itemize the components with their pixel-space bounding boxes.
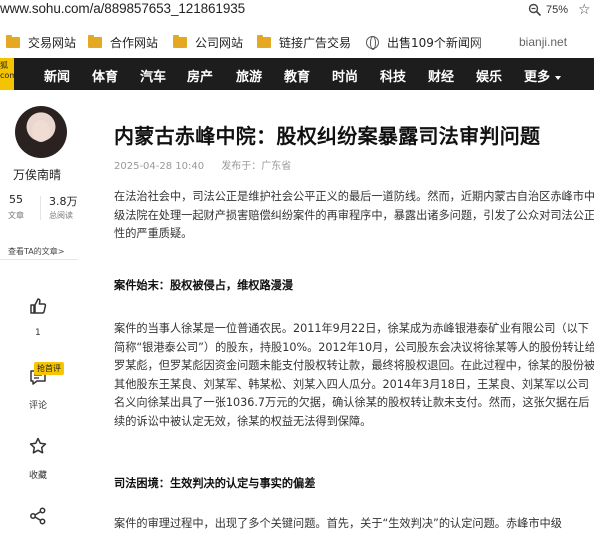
sohu-logo[interactable]: 狐 com — [0, 58, 14, 90]
nav-item[interactable]: 体育 — [92, 66, 118, 85]
section-heading: 司法困境：生效判决的认定与事实的偏差 — [114, 477, 316, 490]
articles-count: 55 — [9, 193, 23, 206]
nav-item[interactable]: 汽车 — [140, 66, 166, 85]
nav-item[interactable]: 科技 — [380, 66, 406, 85]
address-bar[interactable]: www.sohu.com/a/889857653_121861935 75% ☆ — [0, 0, 594, 22]
article-intro: 在法治社会中，司法公正是维护社会公平正义的最后一道防线。然而，近期内蒙古自治区赤… — [114, 190, 594, 241]
avatar[interactable] — [15, 106, 67, 158]
bookmark-item[interactable]: 链接广告交易 — [257, 32, 351, 52]
nav-item[interactable]: 房产 — [187, 66, 213, 85]
folder-icon — [6, 34, 20, 48]
view-articles-link[interactable]: 查看TA的文章> — [8, 246, 64, 257]
views-label: 总阅读 — [49, 211, 73, 220]
publish-date: 2025-04-28 10:40 — [114, 161, 205, 172]
publish-location: 发布于：广东省 — [221, 161, 292, 172]
bookmark-item[interactable]: 交易网站 — [6, 32, 76, 52]
bookmark-item[interactable]: 公司网站 — [173, 32, 243, 52]
bookmark-item[interactable]: 合作网站 — [88, 32, 158, 52]
globe-icon — [366, 35, 379, 50]
channel-nav: 狐 com 新闻 体育 汽车 房产 旅游 教育 时尚 科技 财经 娱乐 更多 — [0, 58, 594, 90]
zoom-level[interactable]: 75% — [546, 4, 568, 16]
nav-more-label: 更多 — [524, 70, 551, 85]
thumbs-up-icon[interactable] — [28, 296, 48, 316]
folder-icon — [88, 34, 102, 48]
favorite-label[interactable]: 收藏 — [29, 468, 47, 481]
zoom-icon[interactable] — [528, 3, 542, 17]
views-count: 3.8万 — [49, 195, 78, 208]
articles-label: 文章 — [8, 211, 24, 220]
folder-icon — [257, 34, 271, 48]
nav-item[interactable]: 新闻 — [44, 66, 70, 85]
nav-more[interactable]: 更多 — [524, 66, 562, 85]
watermark-bianji: bianji.net — [519, 35, 568, 49]
bookmark-item[interactable]: 出售109个新闻网 — [366, 32, 482, 52]
folder-icon — [173, 34, 187, 48]
nav-item[interactable]: 时尚 — [332, 66, 358, 85]
share-icon[interactable] — [28, 506, 48, 526]
url-text[interactable]: www.sohu.com/a/889857653_121861935 — [0, 1, 245, 16]
bookmark-label: 链接广告交易 — [279, 35, 352, 50]
first-comment-badge[interactable]: 抢首评 — [34, 362, 64, 375]
nav-item[interactable]: 财经 — [428, 66, 454, 85]
bookmark-label: 合作网站 — [110, 35, 159, 50]
nav-item[interactable]: 旅游 — [236, 66, 262, 85]
chevron-down-icon — [555, 75, 562, 80]
nav-item[interactable]: 娱乐 — [476, 66, 502, 85]
article-paragraph: 案件的当事人徐某是一位普通农民。2011年9月22日，徐某成为赤峰银港泰矿业有限… — [114, 322, 594, 428]
article-meta: 2025-04-28 10:40 发布于：广东省 — [114, 157, 305, 172]
author-name[interactable]: 万俟南晴 — [13, 166, 61, 183]
star-icon[interactable] — [28, 436, 48, 456]
bookmark-label: 出售109个新闻网 — [387, 35, 482, 50]
bookmark-star-icon[interactable]: ☆ — [578, 2, 591, 18]
section-heading: 案件始末：股权被侵占，维权路漫漫 — [114, 279, 294, 292]
bookmark-label: 公司网站 — [195, 35, 244, 50]
sidebar-divider — [0, 259, 78, 260]
like-count: 1 — [35, 328, 41, 338]
bookmarks-bar: 交易网站 合作网站 公司网站 链接广告交易 出售109个新闻网 bianji.n… — [0, 30, 594, 54]
bookmark-label: 交易网站 — [28, 35, 77, 50]
comment-label[interactable]: 评论 — [29, 398, 47, 411]
stat-divider — [40, 196, 41, 220]
bookmark-fade — [470, 30, 510, 54]
article-title: 内蒙古赤峰中院：股权纠纷案暴露司法审判问题 — [114, 124, 541, 148]
nav-item[interactable]: 教育 — [284, 66, 310, 85]
article-paragraph: 案件的审理过程中，出现了多个关键问题。首先，关于“生效判决”的认定问题。赤峰市中… — [114, 517, 562, 530]
